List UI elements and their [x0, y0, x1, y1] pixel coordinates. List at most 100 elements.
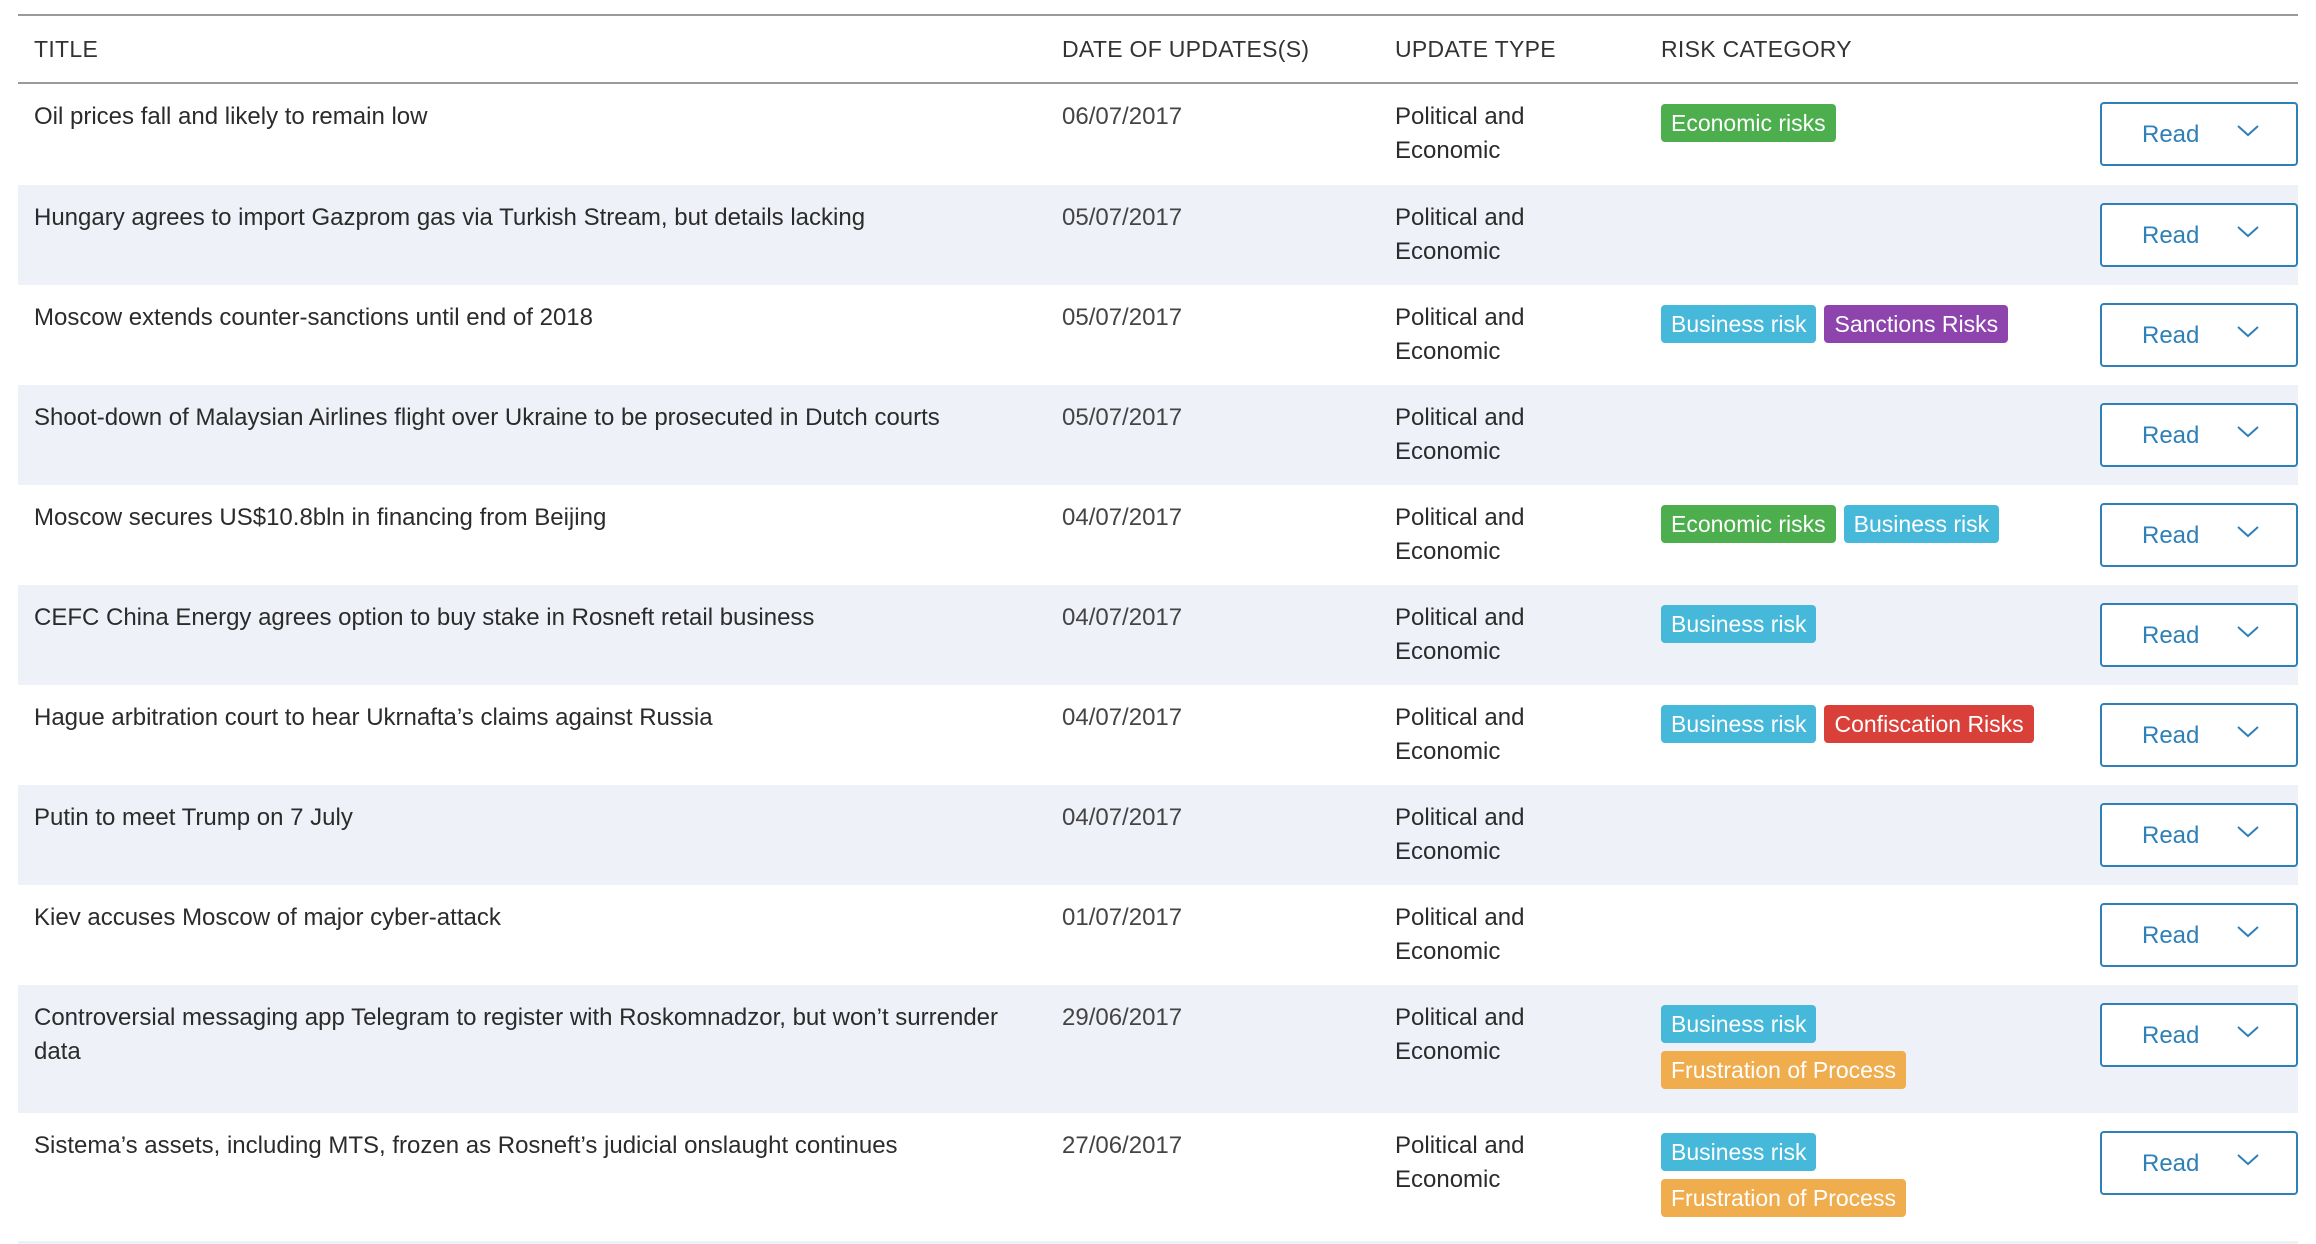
row-date: 05/07/2017	[1062, 304, 1183, 331]
chevron-down-icon	[2237, 426, 2259, 438]
row-title: Oil prices fall and likely to remain low	[34, 103, 428, 130]
row-actions: Read	[2085, 901, 2298, 985]
table-row: Kiev accuses Moscow of major cyber-attac…	[18, 885, 2298, 985]
read-button[interactable]: Read	[2100, 102, 2298, 166]
table-row: Shoot-down of Malaysian Airlines flight …	[18, 385, 2298, 485]
row-update-type: Political and Economic	[1395, 304, 1525, 365]
read-button[interactable]: Read	[2100, 1003, 2298, 1067]
risk-badge: Economic risks	[1661, 505, 1836, 543]
row-title: Moscow extends counter-sanctions until e…	[34, 304, 593, 331]
risk-badge: Frustration of Process	[1661, 1051, 1906, 1089]
row-date: 04/07/2017	[1062, 804, 1183, 831]
risk-badge: Business risk	[1661, 1133, 1817, 1171]
row-risk-categories	[1645, 801, 2085, 885]
table-row: Hungary agrees to import Gazprom gas via…	[18, 185, 2298, 285]
read-button[interactable]: Read	[2100, 303, 2298, 367]
row-date: 01/07/2017	[1062, 904, 1183, 931]
row-date: 05/07/2017	[1062, 404, 1183, 431]
row-risk-categories: Economic risks Business risk	[1645, 501, 2085, 585]
table-row: Moscow extends counter-sanctions until e…	[18, 285, 2298, 385]
table-row: Hague arbitration court to hear Ukrnafta…	[18, 685, 2298, 785]
read-button[interactable]: Read	[2100, 1131, 2298, 1195]
read-button[interactable]: Read	[2100, 803, 2298, 867]
read-button[interactable]: Read	[2100, 503, 2298, 567]
row-title: CEFC China Energy agrees option to buy s…	[34, 604, 815, 631]
row-date: 06/07/2017	[1062, 103, 1183, 130]
row-actions: Read	[2085, 201, 2298, 285]
row-risk-categories: Business risk Frustration of Process	[1645, 1001, 2085, 1113]
read-button-label: Read	[2142, 1022, 2200, 1049]
chevron-down-icon	[2237, 1154, 2259, 1166]
read-button-label: Read	[2142, 722, 2200, 749]
row-update-type: Political and Economic	[1395, 103, 1525, 164]
row-date: 27/06/2017	[1062, 1132, 1183, 1159]
risk-badge: Business risk	[1843, 505, 2000, 543]
risk-badge: Sanctions Risks	[1824, 305, 2009, 343]
risk-badge: Business risk	[1661, 605, 1817, 643]
read-button[interactable]: Read	[2100, 903, 2298, 967]
row-update-type: Political and Economic	[1395, 904, 1525, 965]
read-button-label: Read	[2142, 1150, 2200, 1177]
chevron-down-icon	[2237, 726, 2259, 738]
read-button[interactable]: Read	[2100, 203, 2298, 267]
row-risk-categories: Economic risks	[1645, 100, 2085, 185]
row-risk-categories: Business risk	[1645, 601, 2085, 685]
table-row: Controversial messaging app Telegram to …	[18, 985, 2298, 1113]
row-actions: Read	[2085, 501, 2298, 585]
read-button-label: Read	[2142, 322, 2200, 349]
table-row: Sistema’s assets, including MTS, frozen …	[18, 1113, 2298, 1241]
read-button-label: Read	[2142, 822, 2200, 849]
row-title: Sistema’s assets, including MTS, frozen …	[34, 1132, 898, 1159]
updates-table: TITLE DATE OF UPDATES(S) UPDATE TYPE RIS…	[18, 14, 2298, 1244]
header-title[interactable]: TITLE	[18, 36, 1046, 63]
chevron-down-icon	[2237, 1026, 2259, 1038]
chevron-down-icon	[2237, 526, 2259, 538]
risk-badge: Frustration of Process	[1661, 1179, 1906, 1217]
row-actions: Read	[2085, 401, 2298, 485]
row-actions: Read	[2085, 1129, 2298, 1241]
row-update-type: Political and Economic	[1395, 804, 1525, 865]
risk-badge: Business risk	[1661, 305, 1817, 343]
read-button-label: Read	[2142, 121, 2200, 148]
row-risk-categories: Business risk Frustration of Process	[1645, 1129, 2085, 1241]
read-button-label: Read	[2142, 622, 2200, 649]
row-update-type: Political and Economic	[1395, 604, 1525, 665]
row-update-type: Political and Economic	[1395, 404, 1525, 465]
row-date: 04/07/2017	[1062, 504, 1183, 531]
row-title: Hague arbitration court to hear Ukrnafta…	[34, 704, 713, 731]
read-button[interactable]: Read	[2100, 403, 2298, 467]
risk-badge: Business risk	[1661, 1005, 1817, 1043]
row-update-type: Political and Economic	[1395, 204, 1525, 265]
row-actions: Read	[2085, 801, 2298, 885]
table-row: Oil prices fall and likely to remain low…	[18, 84, 2298, 185]
table-row: Putin to meet Trump on 7 July 04/07/2017 P…	[18, 785, 2298, 885]
row-risk-categories	[1645, 401, 2085, 485]
row-risk-categories: Business risk Sanctions Risks	[1645, 301, 2085, 385]
row-actions: Read	[2085, 701, 2298, 785]
header-risk-category[interactable]: RISK CATEGORY	[1645, 36, 2085, 63]
table-row: Moscow secures US$10.8bln in financing f…	[18, 485, 2298, 585]
row-update-type: Political and Economic	[1395, 704, 1525, 765]
row-date: 29/06/2017	[1062, 1004, 1183, 1031]
row-risk-categories	[1645, 901, 2085, 985]
row-title: Putin to meet Trump on 7 July	[34, 804, 353, 831]
table-header: TITLE DATE OF UPDATES(S) UPDATE TYPE RIS…	[18, 16, 2298, 84]
read-button[interactable]: Read	[2100, 603, 2298, 667]
header-update-type[interactable]: UPDATE TYPE	[1379, 36, 1645, 63]
row-date: 04/07/2017	[1062, 604, 1183, 631]
chevron-down-icon	[2237, 226, 2259, 238]
row-title: Moscow secures US$10.8bln in financing f…	[34, 504, 607, 531]
row-title: Hungary agrees to import Gazprom gas via…	[34, 204, 866, 231]
risk-badge: Business risk	[1661, 705, 1817, 743]
chevron-down-icon	[2237, 125, 2259, 137]
row-update-type: Political and Economic	[1395, 1132, 1525, 1193]
row-title: Shoot-down of Malaysian Airlines flight …	[34, 404, 940, 431]
header-date[interactable]: DATE OF UPDATES(S)	[1046, 36, 1379, 63]
read-button[interactable]: Read	[2100, 703, 2298, 767]
row-actions: Read	[2085, 301, 2298, 385]
row-title: Controversial messaging app Telegram to …	[34, 1004, 999, 1065]
risk-badge: Confiscation Risks	[1824, 705, 2034, 743]
chevron-down-icon	[2237, 826, 2259, 838]
row-risk-categories: Business risk Confiscation Risks	[1645, 701, 2085, 785]
table-row: CEFC China Energy agrees option to buy s…	[18, 585, 2298, 685]
